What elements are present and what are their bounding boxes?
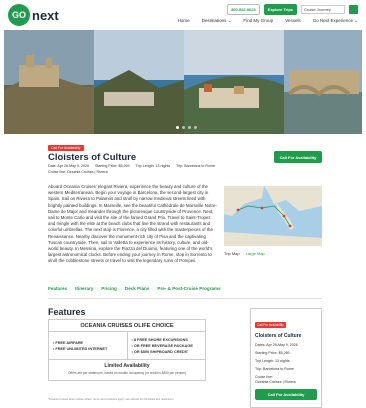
logo-wordmark: next	[32, 7, 59, 23]
card-call-button[interactable]: Call For Availability	[255, 389, 317, 400]
phone-number[interactable]: 800.842.9023	[227, 4, 260, 15]
availability-badge: Call For Availability	[48, 145, 84, 151]
card-dates: Dates: Apr 26-May 9, 2026	[255, 343, 298, 347]
fine-print: *Oceania Cruises fares include airfare; …	[48, 398, 175, 401]
trip-page: GO next 800.842.9023 Explore Trips Cruis…	[4, 0, 362, 408]
olife-choice: • 8 FREE SHORE EXCURSIONS • OR FREE BEVE…	[128, 332, 206, 359]
limited-availability-note: Offers are per stateroom, based on doubl…	[68, 371, 186, 375]
tab-pre-post-cruise[interactable]: Pre- & Post-Cruise Programs	[157, 286, 220, 291]
trip-dates: Date: Apr 26-May 9, 2026	[48, 164, 89, 168]
olife-title: OCEANIA CRUISES OLIFE CHOICE	[49, 320, 205, 332]
tab-features[interactable]: Features	[48, 286, 67, 291]
card-badge: Call For Availability	[255, 322, 286, 328]
nav-item-find-my-group[interactable]: Find My Group	[243, 18, 273, 24]
carousel-dots	[176, 126, 197, 129]
offer-item: • FREE AIRFARE	[53, 340, 84, 345]
page-title: Cloisters of Culture	[48, 152, 137, 163]
nav-item-home[interactable]: Home	[178, 18, 190, 24]
tabs-divider	[48, 298, 322, 299]
olife-choice-box: OCEANIA CRUISES OLIFE CHOICE • FREE AIRF…	[48, 319, 206, 381]
explore-trips-button[interactable]: Explore Trips	[263, 4, 297, 15]
cruise-line: Cruise line: Oceania Cruises | Riviera	[48, 170, 108, 174]
nav-item-destinations[interactable]: Destinations ⌄	[202, 18, 232, 24]
hero-carousel[interactable]	[4, 30, 362, 134]
card-price: Starting Price: $5,269	[255, 351, 290, 355]
olife-included: • FREE AIRFARE • FREE UNLIMITED INTERNET	[49, 332, 128, 359]
carousel-dot[interactable]	[182, 126, 185, 129]
go-next-logo[interactable]: GO next	[8, 4, 59, 26]
search-input[interactable]: Cruise Journey	[301, 5, 345, 14]
carousel-dot[interactable]	[188, 126, 191, 129]
trip-length: Trip Length: 13 nights	[135, 164, 171, 168]
trip-price: Starting Price: $5,269	[94, 164, 130, 168]
nav-item-go-next-experience[interactable]: Go Next Experience ⌄	[313, 18, 358, 24]
features-heading: Features	[48, 307, 86, 317]
logo-mark: GO	[8, 4, 30, 26]
search-icon[interactable]	[349, 5, 358, 14]
trip-route: Trip: Barcelona to Rome	[176, 164, 215, 168]
trip-summary-card: Call For Availability Cloisters of Cultu…	[250, 308, 322, 408]
trip-description: Aboard Oceania Cruises' elegant Riviera,…	[48, 184, 217, 264]
card-title: Cloisters of Culture	[255, 333, 302, 339]
carousel-dot[interactable]	[176, 126, 179, 129]
limited-availability-heading: Limited Availability	[104, 363, 150, 369]
main-nav: Home Destinations ⌄ Find My Group Vessel…	[178, 18, 358, 24]
card-cruise-value: Oceania Cruises | Riviera	[255, 380, 296, 384]
call-for-availability-button[interactable]: Call For Availability	[274, 151, 322, 163]
site-header: GO next 800.842.9023 Explore Trips Cruis…	[4, 0, 362, 30]
olife-offers: • FREE AIRFARE • FREE UNLIMITED INTERNET…	[49, 332, 205, 360]
card-route: Trip: Barcelona to Rome	[255, 367, 294, 371]
card-cruise-label: Cruise line:	[255, 375, 273, 379]
utility-bar: 800.842.9023 Explore Trips Cruise Journe…	[227, 4, 358, 15]
offer-item: • OR FREE BEVERAGE PACKAGE	[131, 343, 193, 348]
tab-pricing[interactable]: Pricing	[101, 286, 117, 291]
carousel-dot[interactable]	[194, 126, 197, 129]
nav-item-vessels[interactable]: Vessels	[285, 18, 301, 24]
section-tabs: Features Itinerary Pricing Deck Plans Pr…	[48, 286, 221, 291]
hero-image	[4, 30, 362, 134]
card-length: Trip Length: 13 nights	[255, 359, 290, 363]
tab-deck-plans[interactable]: Deck Plans	[125, 286, 150, 291]
map-caption: Trip Map Large Map	[224, 251, 265, 256]
tab-itinerary[interactable]: Itinerary	[75, 286, 93, 291]
map-label: Trip Map	[224, 251, 240, 256]
offer-item: • OR $800 SHIPBOARD CREDIT	[131, 349, 189, 354]
trip-map[interactable]	[224, 186, 322, 246]
offer-item: • 8 FREE SHORE EXCURSIONS	[131, 337, 188, 342]
map-image	[224, 186, 322, 246]
trip-meta: Date: Apr 26-May 9, 2026 Starting Price:…	[48, 164, 215, 168]
offer-item: • FREE UNLIMITED INTERNET	[53, 346, 108, 351]
large-map-link[interactable]: Large Map	[246, 251, 265, 256]
